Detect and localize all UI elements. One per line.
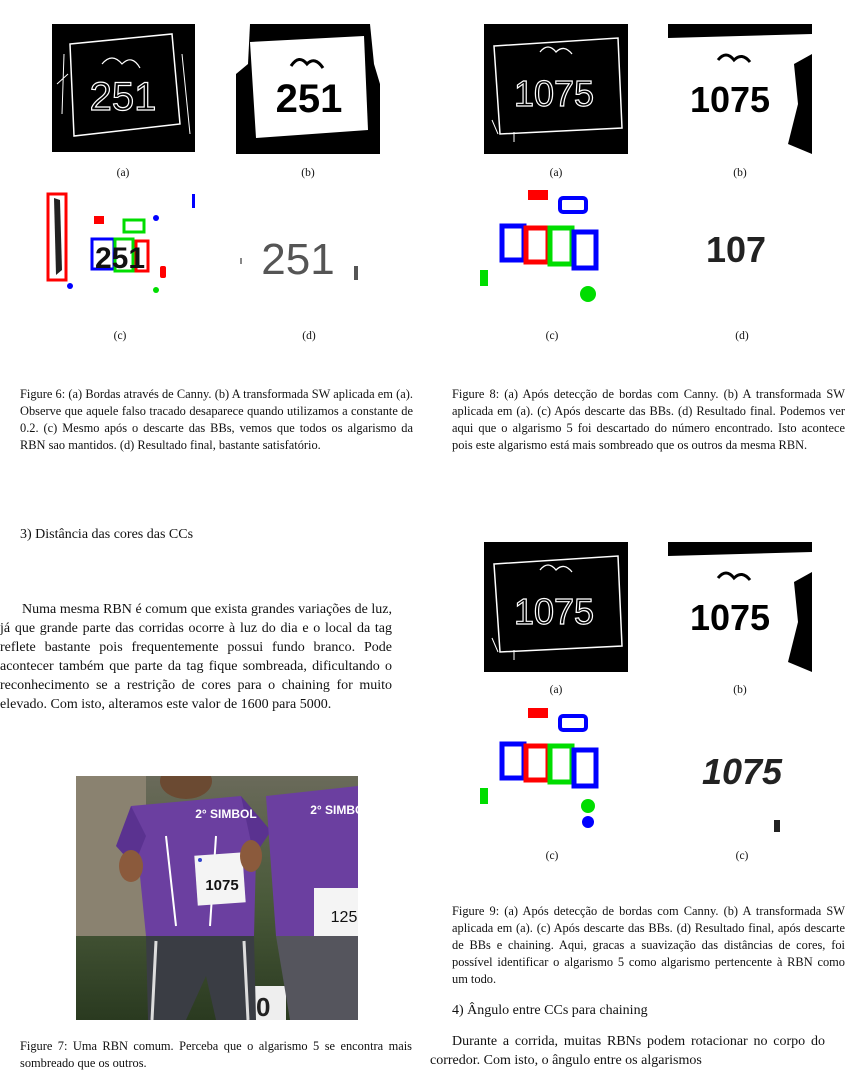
section3-paragraph: Numa mesma RBN é comum que exista grande… [0, 600, 392, 714]
fig7-caption: Figure 7: Uma RBN comum. Perceba que o a… [20, 1039, 412, 1070]
fig9-label-d: (c) [735, 850, 749, 862]
fig7-bib-right: 125 [331, 909, 358, 926]
fig8-canny-image: 1075 [484, 24, 628, 154]
fig9-d-number: 1075 [702, 751, 783, 792]
fig7-shirt-text-left: 2° SIMBOL [195, 807, 256, 821]
fig9-panel-b: 1075 [668, 542, 812, 672]
section3-heading: 3) Distância das cores das CCs [20, 527, 194, 542]
fig9-panel-d: 1075 [686, 738, 802, 838]
fig6-panel-b: 251 [236, 24, 380, 154]
fig6-bb-image: 251 [46, 192, 195, 293]
fig6-sw-image: 251 [236, 24, 380, 154]
fig9-bb-image [480, 708, 599, 828]
section4-paragraph: Durante a corrida, muitas RBNs podem rot… [430, 1032, 825, 1070]
fig7-bib-left: 1075 [205, 877, 238, 894]
fig7-photo: 80 2° SIMBOL 1075 2° SIMBOL 125 [76, 776, 358, 1020]
fig8-a-number: 1075 [514, 73, 594, 114]
fig6-b-number: 251 [276, 77, 343, 121]
fig9-sw-image: 1075 [668, 542, 812, 672]
fig8-d-number: 107 [706, 229, 766, 270]
fig6-d-number: 251 [261, 235, 334, 284]
fig9-label-a: (a) [549, 684, 563, 696]
fig6-panel-a: 251 [52, 24, 195, 152]
fig6-panel-d: 251 [238, 218, 366, 284]
fig9-caption: Figure 9: (a) Após detecção de bordas co… [452, 904, 845, 986]
fig8-label-a: (a) [549, 167, 563, 179]
fig8-sw-image: 1075 [668, 24, 812, 154]
fig8-label-c: (c) [545, 330, 559, 342]
fig9-canny-image: 1075 [484, 542, 628, 672]
fig6-label-a: (a) [116, 167, 130, 179]
fig8-label-d: (d) [735, 330, 749, 342]
fig8-panel-b: 1075 [668, 24, 812, 154]
fig7-shirt-text-right: 2° SIMBOL [310, 803, 358, 817]
fig8-panel-a: 1075 [484, 24, 628, 154]
fig6-result-image: 251 [240, 235, 358, 284]
fig6-label-b: (b) [301, 167, 315, 179]
fig8-b-number: 1075 [690, 79, 770, 120]
section4-paragraph-text: Durante a corrida, muitas RBNs podem rot… [430, 1034, 825, 1068]
fig9-panel-a: 1075 [484, 542, 628, 672]
section3-paragraph-text: Numa mesma RBN é comum que exista grande… [0, 602, 392, 712]
section4-heading: 4) Ângulo entre CCs para chaining [452, 1003, 648, 1018]
fig6-panel-c: 251 [46, 190, 198, 298]
fig8-label-b: (b) [733, 167, 747, 179]
fig9-result-image: 1075 [702, 751, 783, 832]
fig9-label-b: (b) [733, 684, 747, 696]
fig6-a-number: 251 [90, 75, 157, 119]
fig9-b-number: 1075 [690, 597, 770, 638]
fig8-caption: Figure 8: (a) Após detecção de bordas co… [452, 387, 845, 452]
fig8-bb-image [480, 190, 599, 302]
fig9-a-number: 1075 [514, 591, 594, 632]
fig8-panel-d: 107 [696, 222, 776, 272]
fig8-result-image: 107 [706, 229, 766, 270]
fig6-label-d: (d) [302, 330, 316, 342]
fig8-panel-c [480, 190, 612, 310]
fig6-caption: Figure 6: (a) Bordas através de Canny. (… [20, 387, 413, 452]
fig6-label-c: (c) [113, 330, 127, 342]
fig9-label-c: (c) [545, 850, 559, 862]
fig7-runner-photo: 80 2° SIMBOL 1075 2° SIMBOL 125 [76, 776, 358, 1020]
fig6-c-number: 251 [95, 242, 145, 275]
fig9-panel-c [480, 708, 612, 832]
fig6-canny-image: 251 [52, 24, 195, 152]
